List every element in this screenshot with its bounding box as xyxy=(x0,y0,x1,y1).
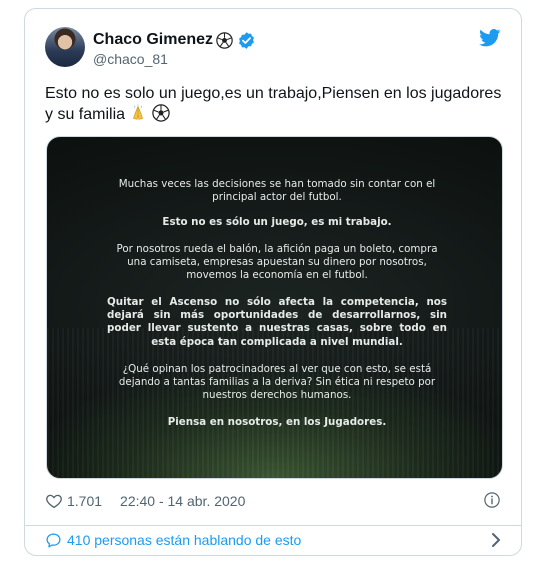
chevron-right-icon[interactable] xyxy=(489,531,503,549)
tweet-image[interactable]: Muchas veces las decisiones se han tomad… xyxy=(46,136,503,479)
avatar[interactable] xyxy=(45,27,85,67)
conversation-link[interactable]: 410 personas están hablando de esto xyxy=(45,529,301,551)
tweet-card: Chaco Gimenez @chaco_81 Esto no es solo … xyxy=(24,8,522,556)
info-icon[interactable] xyxy=(483,491,501,509)
like-count[interactable]: 1.701 xyxy=(67,493,102,509)
image-paragraph-6: Piensa en nosotros, en los Jugadores. xyxy=(167,416,387,428)
soccer-ball-icon xyxy=(152,104,170,122)
divider xyxy=(25,525,521,526)
author-handle[interactable]: @chaco_81 xyxy=(93,51,168,67)
author-name[interactable]: Chaco Gimenez xyxy=(93,31,213,49)
soccer-ball-icon xyxy=(216,31,233,49)
speech-bubble-icon xyxy=(46,532,61,548)
image-paragraph-5: ¿Qué opinan los patrocinadores al ver qu… xyxy=(118,363,436,402)
talking-about-text[interactable]: 410 personas están hablando de esto xyxy=(67,532,301,548)
author-row: Chaco Gimenez xyxy=(93,29,256,51)
twitter-bird-icon[interactable] xyxy=(479,29,501,47)
folded-hands-icon xyxy=(133,104,144,120)
image-paragraph-1: Muchas veces las decisiones se han tomad… xyxy=(118,178,436,204)
verified-badge-icon xyxy=(239,31,254,49)
tweet-timestamp[interactable]: 22:40 - 14 abr. 2020 xyxy=(120,493,245,509)
image-paragraph-4: Quitar el Ascenso no sólo afecta la comp… xyxy=(107,296,447,348)
tweet-text: Esto no es solo un juego,es un trabajo,P… xyxy=(45,83,505,125)
heart-icon[interactable] xyxy=(45,492,63,510)
tweet-meta: 1.701 22:40 - 14 abr. 2020 xyxy=(45,491,245,511)
tweet-text-content: Esto no es solo un juego,es un trabajo,P… xyxy=(45,85,502,123)
image-paragraph-2: Esto no es sólo un juego, es mi trabajo. xyxy=(162,216,392,228)
image-paragraph-3: Por nosotros rueda el balón, la afición … xyxy=(116,243,438,282)
